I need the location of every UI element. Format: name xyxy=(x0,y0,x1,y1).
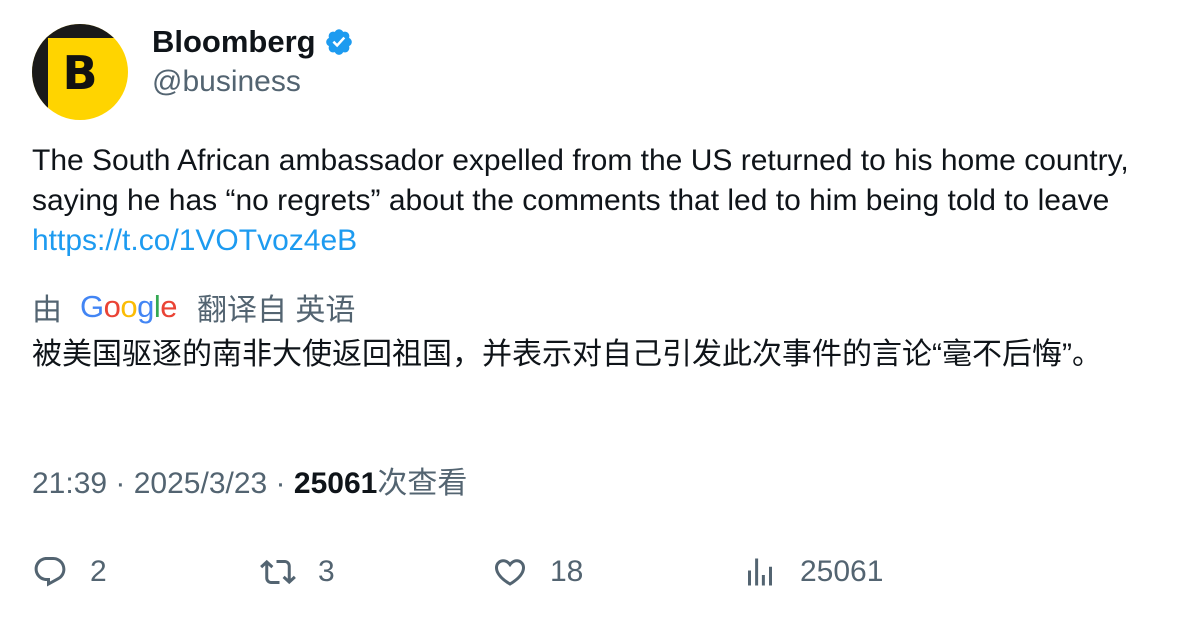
tweet-text-content: The South African ambassador expelled fr… xyxy=(32,144,1129,217)
translated-text: 被美国驱逐的南非大使返回祖国，并表示对自己引发此次事件的言论“毫不后悔”。 xyxy=(32,338,1102,371)
translation-prefix: 由 xyxy=(32,294,62,327)
display-name[interactable]: Bloomberg xyxy=(152,22,316,62)
reply-count: 2 xyxy=(90,555,107,588)
author-handle[interactable]: @business xyxy=(152,62,301,102)
translation-attribution[interactable]: 由 Google 翻译自 英语 xyxy=(32,287,355,327)
like-count: 18 xyxy=(550,555,584,588)
avatar-logo: B xyxy=(62,46,98,100)
views-button[interactable]: 25061 xyxy=(742,552,883,592)
tweet-time[interactable]: 21:39 xyxy=(32,467,107,500)
views-label: 次查看 xyxy=(377,467,468,500)
translation-suffix: 翻译自 英语 xyxy=(197,294,356,327)
reply-icon xyxy=(34,557,66,587)
heart-icon xyxy=(494,559,526,586)
avatar[interactable]: B xyxy=(32,24,128,120)
tweet-text: The South African ambassador expelled fr… xyxy=(32,141,1152,261)
views-action-count: 25061 xyxy=(800,555,884,588)
retweet-icon xyxy=(260,559,296,585)
author-name-row: Bloomberg xyxy=(152,22,354,62)
tweet-date[interactable]: 2025/3/23 xyxy=(134,467,267,500)
avatar-shade xyxy=(32,24,48,120)
google-logo: Google xyxy=(80,289,178,324)
tweet-link[interactable]: https://t.co/1VOTvoz4eB xyxy=(32,224,357,257)
meta-separator: · xyxy=(107,467,134,500)
tweet-meta: 21:39 · 2025/3/23 · 25061次查看 xyxy=(32,464,467,504)
analytics-icon xyxy=(748,558,772,586)
avatar-shade-top xyxy=(32,24,128,38)
verified-badge-icon[interactable] xyxy=(324,27,354,57)
meta-separator: · xyxy=(267,467,294,500)
action-bar: 2 3 18 25061 xyxy=(32,552,1162,592)
views-count: 25061 xyxy=(293,467,378,500)
tweet-card: B Bloomberg @business The South African … xyxy=(0,0,1196,618)
like-button[interactable]: 18 xyxy=(492,552,583,592)
reply-button[interactable]: 2 xyxy=(32,552,107,592)
retweet-button[interactable]: 3 xyxy=(260,552,335,592)
retweet-count: 3 xyxy=(318,555,335,588)
